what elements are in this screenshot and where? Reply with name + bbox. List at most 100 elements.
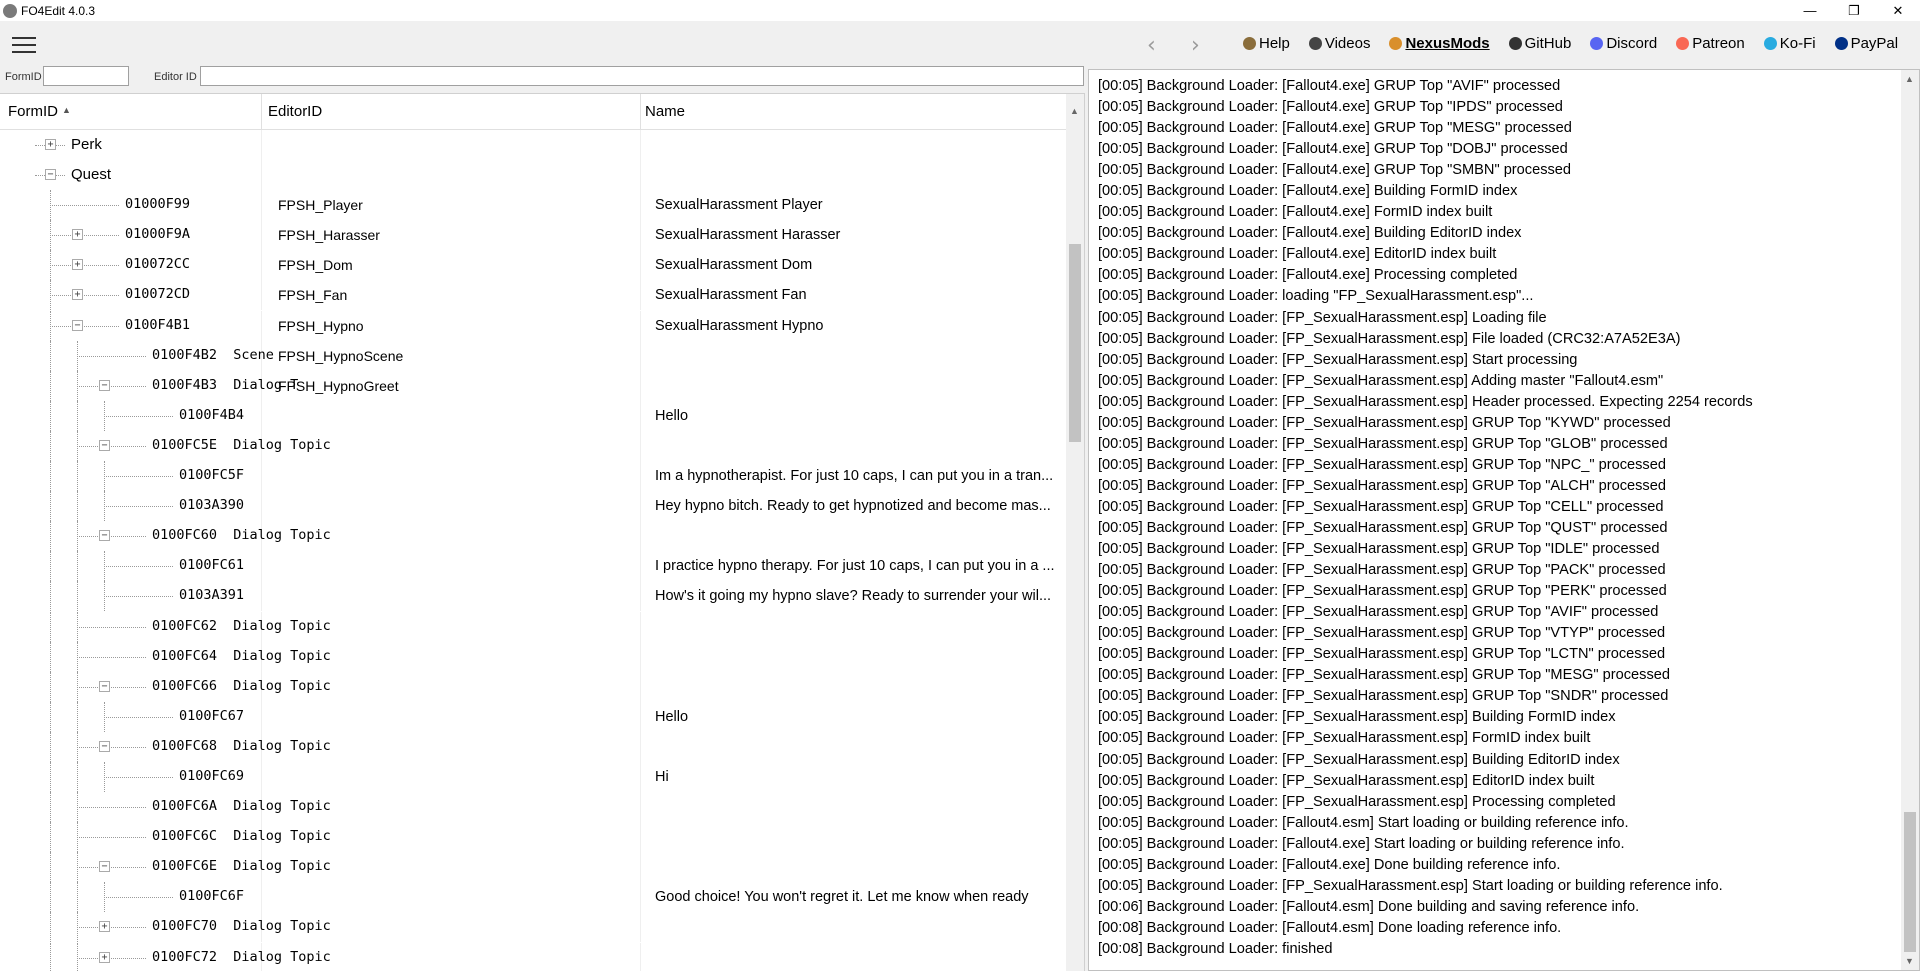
tree-rows: + Perk − Quest 01000F99 FPSH_Player SexualHara…: [0, 130, 1066, 971]
link-github[interactable]: GitHub: [1508, 35, 1571, 52]
expand-icon[interactable]: +: [45, 139, 56, 150]
formid-cell: 0100FC67: [179, 707, 245, 724]
chevron-left-icon[interactable]: ‹: [1147, 33, 1156, 58]
scroll-up-icon[interactable]: ▲: [1905, 74, 1914, 84]
editorid-cell: FPSH_Dom: [278, 257, 353, 274]
column-header-formid[interactable]: FormID ▲: [8, 103, 71, 120]
log-line: [00:05] Background Loader: [Fallout4.exe…: [1098, 162, 1572, 179]
tree-row[interactable]: +010072CC FPSH_Dom SexualHarassment Dom: [0, 250, 1066, 281]
tree-row[interactable]: 0103A390 Hey hypno bitch. Ready to get hy…: [0, 491, 1066, 522]
expand-icon[interactable]: +: [72, 229, 83, 241]
expand-icon[interactable]: +: [72, 259, 83, 271]
column-header-editorid[interactable]: EditorID: [268, 103, 322, 120]
formid-cell: 0100FC62 Dialog Topic: [152, 617, 331, 634]
scroll-down-icon[interactable]: ▼: [1905, 956, 1914, 966]
tree-row[interactable]: − 0100FC68 Dialog Topic: [0, 731, 1066, 762]
name-cell: SexualHarassment Dom: [655, 257, 813, 274]
tree-row[interactable]: 0100FC69 Hi: [0, 761, 1066, 792]
tree-row[interactable]: − 0100FC5E Dialog Topic: [0, 430, 1066, 461]
tree-row[interactable]: − 0100FC66 Dialog Topic: [0, 671, 1066, 702]
group-label: Quest: [71, 166, 112, 184]
tree-scrollbar[interactable]: ▲: [1066, 94, 1084, 971]
tree-row[interactable]: 0100FC6A Dialog Topic: [0, 792, 1066, 823]
tree-row[interactable]: − 0100F4B3 Dialog T FPSH_HypnoGreet: [0, 370, 1066, 401]
link-discord[interactable]: Discord: [1590, 35, 1657, 52]
toolbar-links: Help Videos NexusMods GitHub Discord Patreon K…: [1243, 35, 1898, 52]
close-button[interactable]: ✕: [1876, 0, 1920, 21]
formid-filter-input[interactable]: [43, 66, 129, 86]
tree-row[interactable]: 0100FC67 Hello: [0, 701, 1066, 732]
log-line: [00:05] Background Loader: [Fallout4.exe…: [1098, 141, 1568, 158]
link-ko-fi[interactable]: Ko-Fi: [1763, 35, 1816, 52]
tree-row[interactable]: − 0100FC60 Dialog Topic: [0, 521, 1066, 552]
log-line: [00:05] Background Loader: [FP_SexualHar…: [1098, 583, 1667, 600]
log-line: [00:05] Background Loader: [FP_SexualHar…: [1098, 456, 1666, 473]
collapse-icon[interactable]: −: [45, 169, 56, 181]
tree-row[interactable]: +01000F9A FPSH_Harasser SexualHarassment H…: [0, 220, 1066, 251]
tree-row[interactable]: − Quest: [0, 160, 1066, 191]
expand-icon[interactable]: +: [99, 951, 110, 963]
log-line: [00:05] Background Loader: [FP_SexualHar…: [1098, 414, 1671, 431]
tree-row[interactable]: 01000F99 FPSH_Player SexualHarassment Play…: [0, 190, 1066, 221]
tree-row[interactable]: 0100FC62 Dialog Topic: [0, 611, 1066, 642]
tree-row[interactable]: 0100FC6C Dialog Topic: [0, 822, 1066, 853]
log-line: [00:06] Background Loader: [Fallout4.esm…: [1098, 898, 1640, 915]
tree-row[interactable]: 0100F4B2 Scene FPSH_HypnoScene: [0, 340, 1066, 371]
app-icon: [3, 3, 17, 18]
editorid-filter-input[interactable]: [200, 66, 1084, 86]
tree-row[interactable]: − 0100F4B1 FPSH_Hypno SexualHarassment Hypn…: [0, 310, 1066, 341]
tree-row[interactable]: − 0100FC6E Dialog Topic: [0, 852, 1066, 883]
column-header-name[interactable]: Name: [645, 103, 685, 120]
chevron-right-icon[interactable]: ›: [1191, 33, 1200, 58]
link-videos[interactable]: Videos: [1308, 35, 1370, 52]
tree-row[interactable]: +0100FC72 Dialog Topic: [0, 942, 1066, 971]
log-line: [00:05] Background Loader: [Fallout4.exe…: [1098, 267, 1518, 284]
log-scroll-thumb[interactable]: [1904, 812, 1916, 952]
log-line: [00:05] Background Loader: [Fallout4.exe…: [1098, 835, 1625, 852]
formid-cell: 0100FC6E Dialog Topic: [152, 858, 331, 875]
collapse-icon[interactable]: −: [99, 680, 110, 692]
editorid-cell: FPSH_HypnoGreet: [278, 377, 399, 394]
log-line: [00:05] Background Loader: [Fallout4.exe…: [1098, 204, 1493, 221]
formid-cell: 010072CC: [125, 256, 191, 273]
filter-bar: FormID Editor ID: [0, 65, 1087, 89]
maximize-button[interactable]: ❐: [1832, 0, 1876, 21]
link-paypal[interactable]: PayPal: [1834, 35, 1899, 52]
tree-row[interactable]: +010072CD FPSH_Fan SexualHarassment Fan: [0, 280, 1066, 311]
tree-row[interactable]: 0100FC5F Im a hypnotherapist. For just 10…: [0, 461, 1066, 492]
tree-row[interactable]: 0103A391 How's it going my hypno slave? R…: [0, 581, 1066, 612]
link-help[interactable]: Help: [1243, 35, 1290, 52]
link-patreon[interactable]: Patreon: [1676, 35, 1745, 52]
collapse-icon[interactable]: −: [99, 740, 110, 752]
tree-row[interactable]: 0100F4B4 Hello: [0, 400, 1066, 431]
hamburger-menu-icon[interactable]: [12, 37, 36, 53]
name-cell: SexualHarassment Player: [655, 197, 823, 214]
collapse-icon[interactable]: −: [99, 379, 110, 391]
tree-scroll-thumb[interactable]: [1069, 244, 1081, 442]
link-label: PayPal: [1850, 35, 1899, 52]
collapse-icon[interactable]: −: [99, 439, 110, 451]
log-line: [00:05] Background Loader: [FP_SexualHar…: [1098, 772, 1595, 789]
expand-icon[interactable]: +: [99, 921, 110, 933]
log-line: [00:05] Background Loader: [FP_SexualHar…: [1098, 562, 1666, 579]
log-line: [00:05] Background Loader: [FP_SexualHar…: [1098, 519, 1668, 536]
collapse-icon[interactable]: −: [72, 319, 83, 331]
collapse-icon[interactable]: −: [99, 861, 110, 873]
log-line: [00:05] Background Loader: [FP_SexualHar…: [1098, 435, 1668, 452]
formid-cell: 0100FC6C Dialog Topic: [152, 828, 331, 845]
scroll-up-icon[interactable]: ▲: [1070, 106, 1079, 116]
minimize-button[interactable]: —: [1788, 0, 1832, 21]
collapse-icon[interactable]: −: [99, 530, 110, 542]
window-controls: — ❐ ✕: [1788, 0, 1920, 21]
tree-row[interactable]: + Perk: [0, 130, 1066, 160]
log-scrollbar[interactable]: ▲ ▼: [1901, 70, 1919, 970]
tree-row[interactable]: 0100FC64 Dialog Topic: [0, 641, 1066, 672]
formid-cell: 0100FC64 Dialog Topic: [152, 647, 331, 664]
log-line: [00:05] Background Loader: [Fallout4.exe…: [1098, 78, 1561, 94]
tree-row[interactable]: 0100FC6F Good choice! You won't regret it…: [0, 882, 1066, 913]
tree-row[interactable]: +0100FC70 Dialog Topic: [0, 912, 1066, 943]
expand-icon[interactable]: +: [72, 289, 83, 301]
link-nexusmods[interactable]: NexusMods: [1389, 35, 1490, 52]
formid-cell: 0100FC60 Dialog Topic: [152, 527, 331, 544]
tree-row[interactable]: 0100FC61 I practice hypno therapy. For ju…: [0, 551, 1066, 582]
